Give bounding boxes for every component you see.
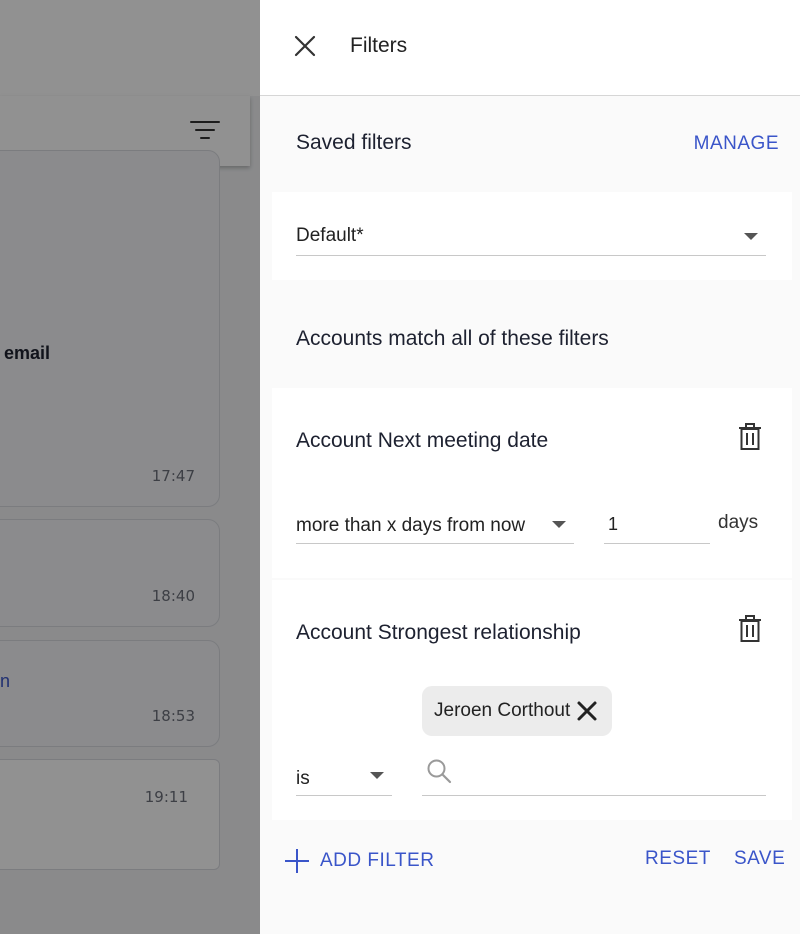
trash-icon: [739, 423, 761, 450]
operator-select[interactable]: more than x days from now: [296, 506, 574, 544]
person-search-input[interactable]: [462, 756, 762, 790]
reset-button[interactable]: RESET: [645, 848, 711, 870]
filter-card: Account Strongest relationship Jeroen Co…: [272, 580, 792, 820]
operator-value: is: [296, 768, 310, 789]
manage-button[interactable]: MANAGE: [694, 133, 779, 155]
saved-filter-select[interactable]: Default*: [296, 216, 766, 256]
saved-filter-value: Default*: [296, 225, 364, 246]
relationship-operator-select[interactable]: is: [296, 758, 392, 796]
saved-filters-heading: Saved filters: [296, 131, 412, 154]
chip-label: Jeroen Corthout: [434, 700, 571, 721]
add-filter-label: ADD FILTER: [320, 850, 435, 871]
filter-title: Account Next meeting date: [296, 429, 549, 452]
delete-filter-button[interactable]: [737, 615, 763, 643]
person-search-field[interactable]: [422, 752, 766, 796]
plus-icon: [285, 849, 309, 873]
selected-person-chip: Jeroen Corthout: [422, 686, 613, 736]
add-filter-button[interactable]: ADD FILTER: [284, 848, 434, 874]
trash-icon: [739, 615, 761, 642]
filters-drawer: Filters Saved filters MANAGE Default* Ac…: [260, 0, 800, 934]
filter-card: Account Next meeting date more than x da…: [272, 388, 792, 578]
close-icon: [294, 35, 316, 57]
close-button[interactable]: [288, 30, 322, 64]
search-icon: [427, 759, 452, 784]
days-input[interactable]: [604, 506, 710, 544]
modal-scrim[interactable]: [0, 0, 260, 934]
delete-filter-button[interactable]: [737, 423, 763, 451]
match-heading: Accounts match all of these filters: [296, 327, 609, 350]
caret-down-icon: [744, 233, 758, 240]
saved-filter-card: Default*: [272, 192, 792, 280]
drawer-title: Filters: [350, 34, 408, 57]
save-button[interactable]: SAVE: [734, 848, 785, 870]
remove-chip-icon[interactable]: [576, 700, 598, 722]
operator-value: more than x days from now: [296, 515, 526, 536]
filter-title: Account Strongest relationship: [296, 621, 581, 644]
caret-down-icon: [370, 772, 384, 779]
drawer-header: Filters: [260, 0, 800, 96]
caret-down-icon: [552, 521, 566, 528]
days-unit-label: days: [718, 512, 759, 533]
